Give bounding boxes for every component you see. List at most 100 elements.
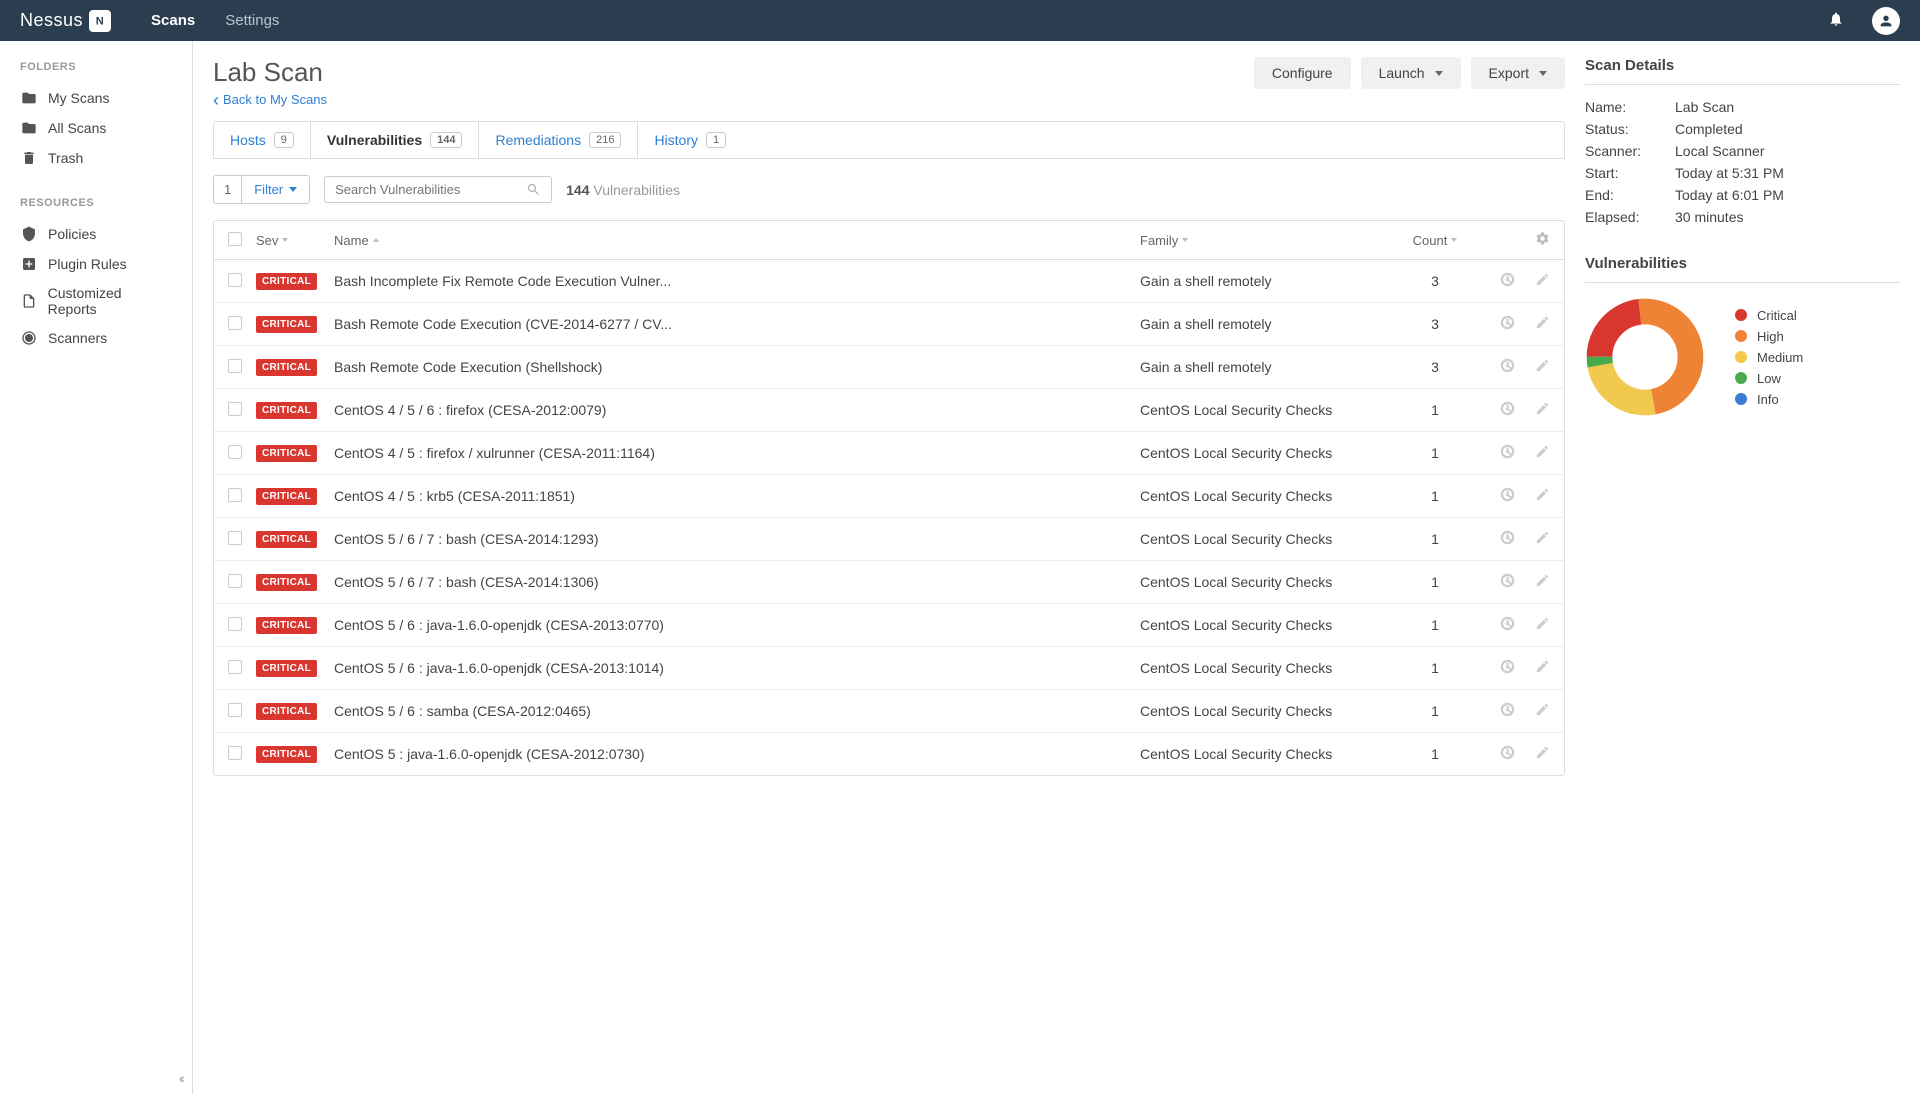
folder-icon bbox=[20, 89, 38, 107]
vulnerability-name: CentOS 4 / 5 : firefox / xulrunner (CESA… bbox=[334, 445, 655, 461]
edit-icon[interactable] bbox=[1535, 315, 1550, 333]
tab-remediations[interactable]: Remediations 216 bbox=[479, 122, 638, 158]
back-link[interactable]: Back to My Scans bbox=[213, 92, 327, 107]
row-checkbox[interactable] bbox=[228, 617, 242, 631]
configure-button[interactable]: Configure bbox=[1254, 57, 1351, 89]
row-checkbox[interactable] bbox=[228, 445, 242, 459]
clock-icon[interactable] bbox=[1500, 358, 1515, 376]
vulnerability-name: CentOS 5 / 6 / 7 : bash (CESA-2014:1306) bbox=[334, 574, 599, 590]
table-row[interactable]: CRITICALCentOS 5 / 6 / 7 : bash (CESA-20… bbox=[214, 518, 1564, 561]
table-row[interactable]: CRITICALCentOS 5 / 6 : java-1.6.0-openjd… bbox=[214, 647, 1564, 690]
gear-icon[interactable] bbox=[1535, 231, 1550, 249]
chart-legend: Critical High Medium Low Info bbox=[1735, 308, 1803, 407]
user-avatar[interactable] bbox=[1872, 7, 1900, 35]
edit-icon[interactable] bbox=[1535, 444, 1550, 462]
donut-chart bbox=[1585, 297, 1705, 417]
filter-toggle[interactable]: 1 Filter bbox=[213, 175, 310, 204]
column-name[interactable]: Name bbox=[334, 233, 1140, 248]
clock-icon[interactable] bbox=[1500, 401, 1515, 419]
table-row[interactable]: CRITICALCentOS 5 / 6 : samba (CESA-2012:… bbox=[214, 690, 1564, 733]
table-row[interactable]: CRITICALCentOS 5 : java-1.6.0-openjdk (C… bbox=[214, 733, 1564, 775]
row-checkbox[interactable] bbox=[228, 746, 242, 760]
sidebar-item-plugin-rules[interactable]: Plugin Rules bbox=[20, 249, 172, 279]
row-checkbox[interactable] bbox=[228, 703, 242, 717]
sidebar-item-label: Customized Reports bbox=[48, 285, 172, 317]
row-checkbox[interactable] bbox=[228, 273, 242, 287]
clock-icon[interactable] bbox=[1500, 745, 1515, 763]
row-checkbox[interactable] bbox=[228, 574, 242, 588]
row-checkbox[interactable] bbox=[228, 660, 242, 674]
table-row[interactable]: CRITICALBash Incomplete Fix Remote Code … bbox=[214, 260, 1564, 303]
logo[interactable]: Nessus N bbox=[20, 10, 111, 32]
chevron-down-icon bbox=[1539, 71, 1547, 76]
table-row[interactable]: CRITICALCentOS 4 / 5 : krb5 (CESA-2011:1… bbox=[214, 475, 1564, 518]
sidebar-item-my-scans[interactable]: My Scans bbox=[20, 83, 172, 113]
severity-badge: CRITICAL bbox=[256, 703, 317, 720]
edit-icon[interactable] bbox=[1535, 702, 1550, 720]
clock-icon[interactable] bbox=[1500, 487, 1515, 505]
sidebar-item-all-scans[interactable]: All Scans bbox=[20, 113, 172, 143]
vulnerability-name: CentOS 5 / 6 / 7 : bash (CESA-2014:1293) bbox=[334, 531, 599, 547]
row-checkbox[interactable] bbox=[228, 402, 242, 416]
sidebar-item-label: All Scans bbox=[48, 120, 106, 136]
export-button[interactable]: Export bbox=[1471, 57, 1565, 89]
nav-settings[interactable]: Settings bbox=[225, 12, 279, 29]
row-checkbox[interactable] bbox=[228, 359, 242, 373]
table-row[interactable]: CRITICALCentOS 5 / 6 : java-1.6.0-openjd… bbox=[214, 604, 1564, 647]
edit-icon[interactable] bbox=[1535, 358, 1550, 376]
sidebar-item-scanners[interactable]: Scanners bbox=[20, 323, 172, 353]
tab-vulnerabilities[interactable]: Vulnerabilities 144 bbox=[311, 122, 480, 158]
select-all-checkbox[interactable] bbox=[228, 232, 242, 246]
clock-icon[interactable] bbox=[1500, 444, 1515, 462]
sidebar-item-label: Trash bbox=[48, 150, 83, 166]
edit-icon[interactable] bbox=[1535, 487, 1550, 505]
search-box[interactable] bbox=[324, 176, 552, 203]
tab-hosts[interactable]: Hosts 9 bbox=[214, 122, 311, 158]
clock-icon[interactable] bbox=[1500, 272, 1515, 290]
table-row[interactable]: CRITICALBash Remote Code Execution (Shel… bbox=[214, 346, 1564, 389]
table-row[interactable]: CRITICALBash Remote Code Execution (CVE-… bbox=[214, 303, 1564, 346]
legend-info: Info bbox=[1735, 392, 1803, 407]
vulnerability-count: 1 bbox=[1400, 746, 1470, 762]
column-count[interactable]: Count bbox=[1400, 233, 1470, 248]
logo-badge-icon: N bbox=[89, 10, 111, 32]
launch-button[interactable]: Launch bbox=[1361, 57, 1461, 89]
edit-icon[interactable] bbox=[1535, 401, 1550, 419]
vulnerability-name: CentOS 5 : java-1.6.0-openjdk (CESA-2012… bbox=[334, 746, 645, 762]
column-severity[interactable]: Sev bbox=[256, 233, 334, 248]
clock-icon[interactable] bbox=[1500, 659, 1515, 677]
tab-history[interactable]: History 1 bbox=[638, 122, 742, 158]
table-row[interactable]: CRITICAL CentOS 4 / 5 / 6 : firefox (CESA… bbox=[214, 389, 1564, 432]
vulnerability-count: 1 bbox=[1400, 617, 1470, 633]
row-checkbox[interactable] bbox=[228, 316, 242, 330]
row-checkbox[interactable] bbox=[228, 531, 242, 545]
edit-icon[interactable] bbox=[1535, 573, 1550, 591]
vulnerability-family: CentOS Local Security Checks bbox=[1140, 488, 1332, 504]
table-row[interactable]: CRITICALCentOS 5 / 6 / 7 : bash (CESA-20… bbox=[214, 561, 1564, 604]
clock-icon[interactable] bbox=[1500, 315, 1515, 333]
vulnerability-name: CentOS 4 / 5 / 6 : firefox (CESA-2012:00… bbox=[334, 402, 606, 418]
clock-icon[interactable] bbox=[1500, 530, 1515, 548]
clock-icon[interactable] bbox=[1500, 616, 1515, 634]
bell-icon[interactable] bbox=[1828, 11, 1844, 30]
vulnerability-count: 3 bbox=[1400, 273, 1470, 289]
sidebar-item-customized-reports[interactable]: Customized Reports bbox=[20, 279, 172, 323]
nav-scans[interactable]: Scans bbox=[151, 12, 195, 29]
edit-icon[interactable] bbox=[1535, 530, 1550, 548]
sidebar-item-trash[interactable]: Trash bbox=[20, 143, 172, 173]
row-checkbox[interactable] bbox=[228, 488, 242, 502]
sidebar-collapse-icon[interactable]: ‹‹ bbox=[179, 1070, 182, 1086]
vulnerability-family: CentOS Local Security Checks bbox=[1140, 531, 1332, 547]
clock-icon[interactable] bbox=[1500, 702, 1515, 720]
edit-icon[interactable] bbox=[1535, 745, 1550, 763]
column-family[interactable]: Family bbox=[1140, 233, 1400, 248]
severity-badge: CRITICAL bbox=[256, 402, 317, 419]
table-row[interactable]: CRITICALCentOS 4 / 5 : firefox / xulrunn… bbox=[214, 432, 1564, 475]
search-input[interactable] bbox=[335, 182, 526, 197]
edit-icon[interactable] bbox=[1535, 272, 1550, 290]
sidebar-item-policies[interactable]: Policies bbox=[20, 219, 172, 249]
edit-icon[interactable] bbox=[1535, 659, 1550, 677]
clock-icon[interactable] bbox=[1500, 573, 1515, 591]
trash-icon bbox=[20, 149, 38, 167]
edit-icon[interactable] bbox=[1535, 616, 1550, 634]
